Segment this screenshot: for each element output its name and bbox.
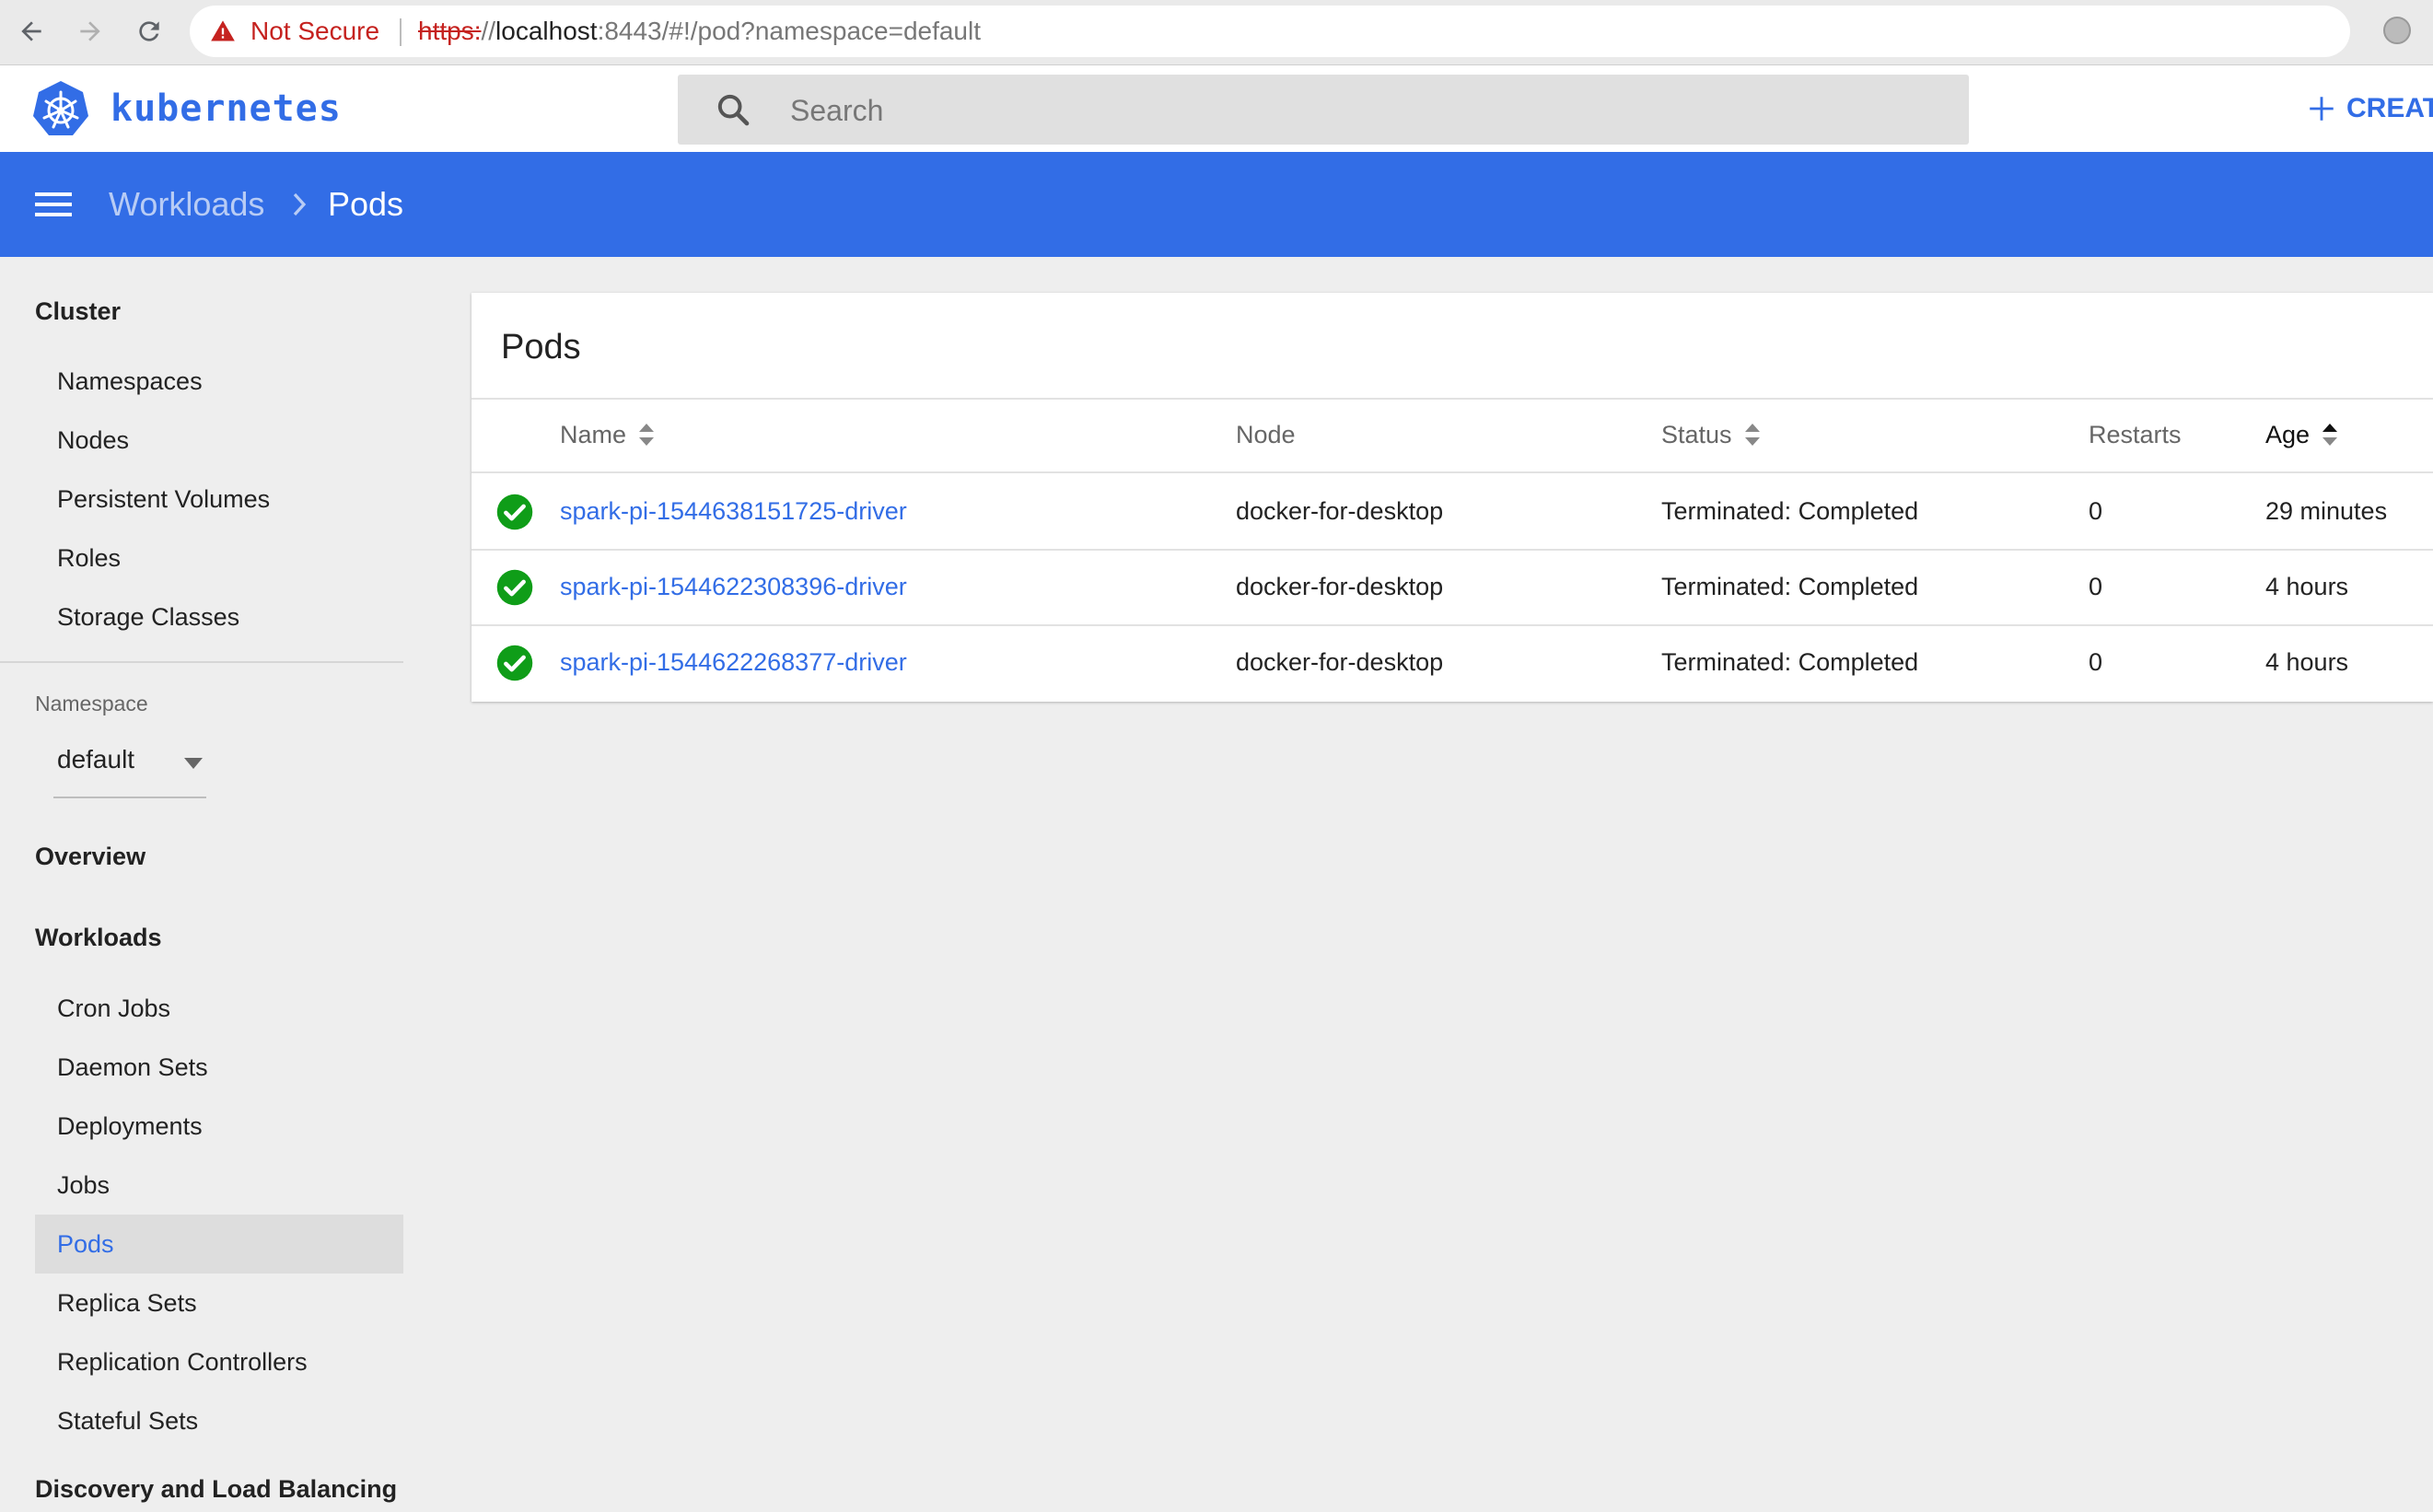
sidebar-heading-cluster[interactable]: Cluster: [35, 297, 121, 326]
sidebar-item-stateful-sets[interactable]: Stateful Sets: [35, 1391, 403, 1450]
address-bar[interactable]: Not Secure https://localhost:8443/#!/pod…: [190, 6, 2350, 57]
kubernetes-logo-icon[interactable]: [31, 79, 90, 138]
arrow-left-icon: [21, 21, 41, 41]
url-text[interactable]: https://localhost:8443/#!/pod?namespace=…: [418, 6, 981, 57]
sidebar-item-nodes[interactable]: Nodes: [35, 411, 403, 470]
pod-name-link[interactable]: spark-pi-1544638151725-driver: [560, 473, 907, 549]
sidebar-item-replication-controllers[interactable]: Replication Controllers: [35, 1332, 403, 1391]
pod-restarts: 0: [2089, 648, 2103, 676]
column-header-restarts: Restarts: [2089, 421, 2182, 448]
extension-icon[interactable]: [2383, 17, 2411, 44]
sidebar-item-namespaces[interactable]: Namespaces: [35, 352, 403, 411]
reload-button[interactable]: [129, 11, 169, 52]
pod-status: Terminated: Completed: [1661, 497, 1919, 525]
address-separator: [400, 18, 402, 46]
warning-icon: [211, 20, 235, 41]
chevron-right-icon: [293, 192, 307, 216]
back-button[interactable]: [11, 11, 52, 52]
card-title: Pods: [501, 328, 581, 366]
pod-name-link[interactable]: spark-pi-1544622308396-driver: [560, 549, 907, 624]
app-header: kubernetes CREATE: [0, 65, 2433, 152]
column-header-age[interactable]: Age: [2265, 398, 2339, 471]
sidebar-item-pods[interactable]: Pods: [35, 1215, 403, 1274]
pods-card: Pods Name Node Status Restarts Age spark…: [471, 293, 2433, 702]
pod-age: 4 hours: [2265, 573, 2349, 600]
pod-node: docker-for-desktop: [1236, 573, 1444, 600]
check-circle-icon: [496, 645, 533, 681]
hamburger-menu-icon[interactable]: [35, 189, 72, 220]
create-button[interactable]: CREATE: [2306, 65, 2433, 152]
sidebar-item-storage-classes[interactable]: Storage Classes: [35, 587, 403, 646]
sidebar-heading-discovery[interactable]: Discovery and Load Balancing: [35, 1475, 397, 1504]
pod-age: 29 minutes: [2265, 497, 2388, 525]
column-header-node: Node: [1236, 421, 1296, 448]
sort-ascending-icon: [2322, 424, 2338, 446]
pod-age: 4 hours: [2265, 648, 2349, 676]
column-header-name[interactable]: Name: [560, 398, 656, 471]
pod-restarts: 0: [2089, 573, 2103, 600]
pod-restarts: 0: [2089, 497, 2103, 525]
search-icon: [717, 94, 750, 126]
caret-down-icon: [184, 758, 203, 769]
sidebar-item-persistent-volumes[interactable]: Persistent Volumes: [35, 470, 403, 529]
breadcrumb-current: Pods: [328, 185, 404, 223]
pod-node: docker-for-desktop: [1236, 497, 1444, 525]
pod-node: docker-for-desktop: [1236, 648, 1444, 676]
check-circle-icon: [496, 569, 533, 606]
sidebar-item-jobs[interactable]: Jobs: [35, 1156, 403, 1215]
pod-status: Terminated: Completed: [1661, 573, 1919, 600]
namespace-select[interactable]: default: [53, 741, 206, 798]
sidebar-divider: [0, 661, 403, 663]
sort-icon: [1744, 424, 1760, 446]
pod-name-link[interactable]: spark-pi-1544622268377-driver: [560, 624, 907, 700]
security-label[interactable]: Not Secure: [250, 6, 379, 57]
namespace-label: Namespace: [35, 692, 148, 715]
sidebar-item-daemon-sets[interactable]: Daemon Sets: [35, 1038, 403, 1097]
column-header-status[interactable]: Status: [1661, 398, 1762, 471]
sidebar-item-roles[interactable]: Roles: [35, 529, 403, 587]
plus-icon: [2310, 97, 2334, 121]
pod-status: Terminated: Completed: [1661, 648, 1919, 676]
sidebar: Cluster Namespaces Nodes Persistent Volu…: [0, 257, 433, 1512]
logo-text[interactable]: kubernetes: [111, 65, 342, 152]
check-circle-icon: [496, 494, 533, 530]
create-button-label: CREATE: [2346, 93, 2433, 123]
table-row: spark-pi-1544622308396-driver docker-for…: [471, 549, 2433, 624]
forward-button[interactable]: [70, 11, 111, 52]
reload-icon: [139, 21, 159, 41]
sort-icon: [639, 424, 655, 446]
sidebar-item-deployments[interactable]: Deployments: [35, 1097, 403, 1156]
browser-toolbar: Not Secure https://localhost:8443/#!/pod…: [0, 0, 2433, 65]
breadcrumb-workloads[interactable]: Workloads: [109, 152, 264, 257]
sidebar-heading-workloads[interactable]: Workloads: [35, 924, 162, 952]
namespace-value: default: [57, 745, 135, 773]
search-bar[interactable]: [678, 75, 1969, 146]
sidebar-item-cron-jobs[interactable]: Cron Jobs: [35, 979, 403, 1038]
sidebar-heading-overview[interactable]: Overview: [35, 843, 146, 871]
table-row: spark-pi-1544638151725-driver docker-for…: [471, 473, 2433, 549]
breadcrumb-bar: Workloads Pods: [0, 152, 2433, 257]
arrow-right-icon: [80, 21, 100, 41]
search-input[interactable]: [788, 75, 1943, 146]
table-row: spark-pi-1544622268377-driver docker-for…: [471, 624, 2433, 700]
sidebar-item-replica-sets[interactable]: Replica Sets: [35, 1274, 403, 1332]
